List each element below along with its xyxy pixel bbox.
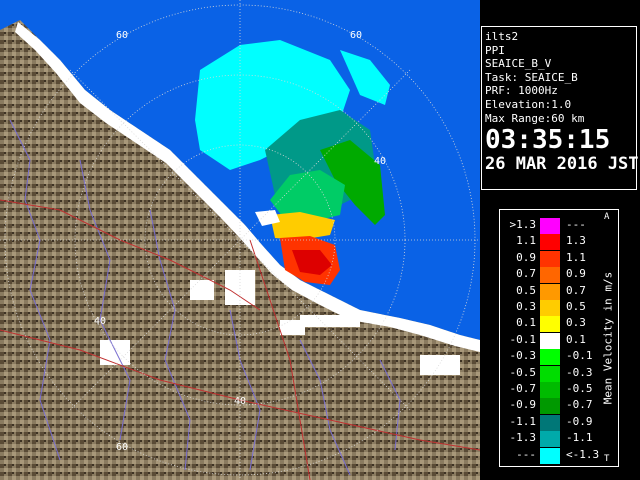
prf-label: PRF: 1000Hz	[485, 84, 558, 98]
legend-row-swatch	[540, 349, 560, 366]
legend-row-lower: -0.1	[509, 332, 537, 346]
legend-row-lower: -0.3	[509, 349, 537, 363]
ring-label-40-s: 40	[234, 396, 246, 407]
legend-row-lower: 0.3	[516, 300, 536, 313]
legend-row-upper: <-1.3	[566, 447, 600, 461]
legend-row-swatch	[540, 447, 560, 464]
legend-row-swatch	[540, 398, 560, 415]
ring-label-40-e: 40	[374, 156, 386, 167]
legend-row-lower: -0.7	[509, 382, 537, 395]
legend-row-upper: -0.1	[566, 349, 593, 363]
legend-row-upper: 0.3	[566, 316, 586, 330]
legend-row-upper: 0.5	[566, 300, 586, 313]
legend-row-swatch	[540, 332, 560, 349]
max-range-label: Max Range:60 km	[485, 111, 585, 125]
scan-date: 26 MAR 2016 JST	[485, 154, 639, 175]
legend-row-upper: -0.3	[566, 365, 593, 379]
legend-row-swatch	[540, 316, 560, 333]
legend-row-upper: 1.3	[566, 234, 586, 248]
legend-row-lower: 1.1	[516, 234, 536, 248]
legend-row-swatch	[540, 300, 560, 316]
legend-row-lower: ---	[516, 447, 536, 461]
task-label: Task: SEAICE_B	[485, 70, 578, 84]
legend-corner-bottom: T	[604, 454, 610, 464]
legend-row-upper: -1.1	[566, 431, 593, 445]
ring-label-40-w: 40	[94, 316, 106, 327]
scan-time: 03:35:15	[485, 125, 611, 156]
legend-unit-label: Mean Velocity in m/s	[601, 271, 615, 405]
elevation-label: Elevation:1.0	[485, 97, 572, 111]
legend-row-swatch	[540, 218, 560, 234]
legend-row-upper: ---	[566, 218, 586, 231]
velocity-legend: >1.3 --- 1.1 1.3 0.9 1.1 0.7 0.9 0.5 0.7 0.3 0.5 0.1…	[499, 209, 619, 467]
legend-row-lower: >1.3	[509, 218, 537, 231]
legend-row-upper: -0.5	[566, 382, 593, 395]
legend-row-lower: -0.9	[509, 398, 537, 412]
legend-row-swatch	[540, 431, 560, 448]
legend-row-swatch	[540, 234, 560, 251]
legend-row-lower: -0.5	[509, 365, 537, 379]
ring-label-60-ne: 60	[350, 30, 362, 41]
legend-row-swatch	[540, 250, 560, 267]
legend-row-swatch	[540, 382, 560, 398]
legend-row-upper: 0.7	[566, 283, 586, 297]
product-name: SEAICE_B_V	[485, 57, 552, 71]
legend-row-swatch	[540, 267, 560, 284]
ring-label-60-sw: 60	[116, 442, 128, 453]
legend-row-lower: 0.7	[516, 267, 536, 281]
legend-row-swatch	[540, 283, 560, 300]
legend-row-lower: 0.9	[516, 250, 536, 264]
ring-label-60-n: 60	[116, 30, 128, 41]
legend-row-lower: 0.1	[516, 316, 536, 330]
legend-row-lower: 0.5	[516, 283, 536, 297]
legend-row-upper: 1.1	[566, 250, 586, 264]
legend-corner-top: A	[604, 212, 610, 222]
legend-row-upper: 0.1	[566, 332, 586, 346]
info-panel: ilts2 PPI SEAICE_B_V Task: SEAICE_B PRF:…	[481, 26, 639, 190]
legend-row-lower: -1.1	[509, 414, 537, 428]
legend-row-upper: -0.9	[566, 414, 593, 428]
ring-label-40-se: 40	[374, 316, 386, 327]
legend-row-upper: 0.9	[566, 267, 586, 281]
legend-unit: Mean Velocity in m/s A T	[596, 210, 620, 466]
legend-row-upper: -0.7	[566, 398, 593, 412]
scan-type: PPI	[485, 43, 505, 57]
legend-row-swatch	[540, 414, 560, 431]
radar-name: ilts2	[485, 30, 519, 43]
legend-row-swatch	[540, 365, 560, 382]
legend-row-lower: -1.3	[509, 431, 537, 445]
radar-ppi-display: 60 40 40 40 40 60 60	[0, 0, 480, 480]
